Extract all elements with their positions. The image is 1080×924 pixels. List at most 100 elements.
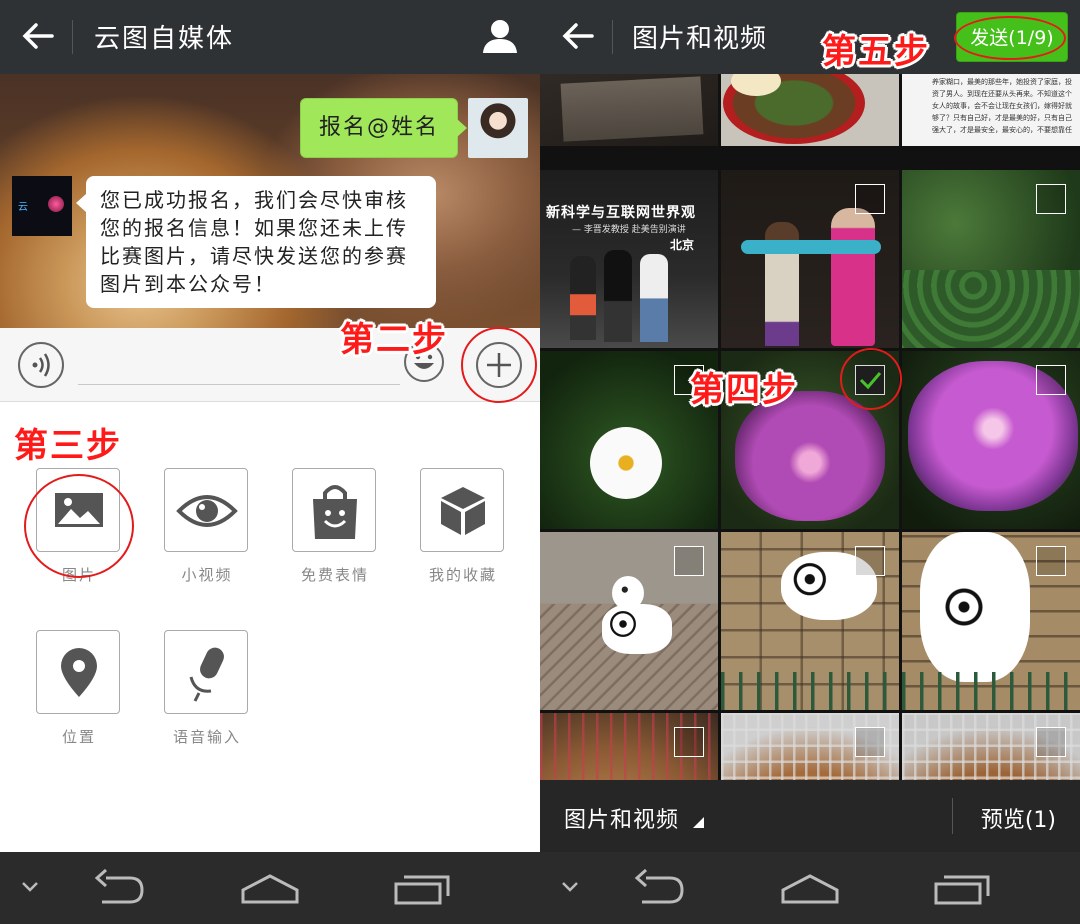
photo-tile[interactable] bbox=[721, 170, 899, 348]
photo-tile[interactable] bbox=[540, 713, 718, 780]
folder-label: 图片和视频 bbox=[564, 808, 680, 833]
annotation-ring-image bbox=[24, 474, 134, 578]
annotation-step-4: 第四步 bbox=[690, 370, 798, 410]
eye-icon bbox=[176, 495, 238, 527]
tool-location-label: 位置 bbox=[61, 728, 96, 746]
photo-tile[interactable] bbox=[902, 170, 1080, 348]
tool-voice-input-label: 语音输入 bbox=[172, 728, 241, 746]
annotation-ring-checkbox bbox=[840, 348, 902, 410]
photo-checkbox[interactable] bbox=[1036, 184, 1066, 214]
dalmatian-head bbox=[612, 576, 644, 610]
chat-title: 云图自媒体 bbox=[94, 24, 235, 54]
microphone-icon bbox=[189, 647, 224, 702]
person-costume bbox=[831, 208, 875, 346]
annotation-step-2: 第二步 bbox=[340, 320, 448, 360]
nav-recents-icon[interactable] bbox=[392, 872, 452, 906]
tool-free-stickers-label: 免费表情 bbox=[300, 566, 369, 584]
tool-free-stickers-box bbox=[292, 468, 376, 552]
fence bbox=[902, 672, 1080, 710]
article-text: 养家糊口，最美的那些年，她投资了家庭，投资了男人。到现在还要从头再来。不知道这个… bbox=[932, 78, 1072, 134]
profile-icon[interactable] bbox=[480, 16, 520, 56]
white-flower bbox=[590, 427, 662, 499]
location-pin-icon bbox=[61, 648, 97, 697]
annotation-ring-send bbox=[954, 16, 1066, 60]
sticker-bag-icon bbox=[313, 485, 357, 539]
annotation-step-5: 第五步 bbox=[822, 32, 930, 72]
photo-checkbox[interactable] bbox=[1036, 365, 1066, 395]
message-input-bar bbox=[0, 328, 540, 402]
message-input-field[interactable] bbox=[78, 384, 400, 385]
cube-icon bbox=[441, 487, 485, 535]
photo-checkbox[interactable] bbox=[855, 184, 885, 214]
photo-tile[interactable]: 养家糊口，最美的那些年，她投资了家庭，投资了男人。到现在还要从头再来。不知道这个… bbox=[902, 74, 1080, 146]
chevron-down-icon[interactable] bbox=[20, 880, 40, 894]
fence bbox=[721, 672, 899, 710]
plant-leaves bbox=[902, 270, 1080, 348]
photo-checkbox[interactable] bbox=[1036, 546, 1066, 576]
official-account-avatar[interactable]: 云 bbox=[12, 176, 72, 236]
tool-short-video-box bbox=[164, 468, 248, 552]
tool-favorites-label: 我的收藏 bbox=[428, 566, 497, 584]
annotation-ring-plus bbox=[461, 327, 537, 403]
user-avatar[interactable] bbox=[468, 98, 528, 158]
chevron-down-icon[interactable] bbox=[560, 880, 580, 894]
annotation-step-3: 第三步 bbox=[14, 426, 122, 466]
back-arrow-icon[interactable] bbox=[558, 16, 598, 56]
back-arrow-icon[interactable] bbox=[18, 16, 58, 56]
dalmatian bbox=[920, 532, 1030, 682]
photo-tile[interactable] bbox=[902, 713, 1080, 780]
photo-checkbox[interactable] bbox=[674, 727, 704, 757]
person bbox=[604, 250, 632, 342]
photo-tile[interactable] bbox=[721, 74, 899, 146]
chat-header: 云图自媒体 bbox=[0, 0, 540, 74]
footer-divider bbox=[952, 798, 953, 834]
tool-location[interactable]: 位置 bbox=[36, 630, 122, 747]
photo-tile[interactable] bbox=[721, 713, 899, 780]
document-paper bbox=[560, 76, 704, 142]
user-message-bubble[interactable]: 报名@姓名 bbox=[299, 98, 468, 158]
photo-picker-screen: 图片和视频 发送(1/9) 养家糊口，最美的那些年，她投资了家庭，投资了男人。到… bbox=[540, 0, 1080, 924]
photo-checkbox[interactable] bbox=[1036, 727, 1066, 757]
folder-selector[interactable]: 图片和视频 bbox=[564, 802, 705, 834]
bot-logo-mark bbox=[48, 196, 64, 212]
nav-back-icon[interactable] bbox=[632, 868, 688, 908]
photo-checkbox[interactable] bbox=[674, 546, 704, 576]
banner-text: 新科学与互联网世界观 bbox=[546, 205, 696, 221]
voice-toggle-button[interactable] bbox=[18, 342, 64, 388]
photo-grid[interactable]: 养家糊口，最美的那些年，她投资了家庭，投资了男人。到现在还要从头再来。不知道这个… bbox=[540, 74, 1080, 780]
chat-messages[interactable]: 报名@姓名 云 您已成功报名，我们会尽快审核您的报名信息！如果您还未上传比赛图片… bbox=[0, 74, 540, 328]
nav-home-icon[interactable] bbox=[780, 872, 840, 906]
tool-short-video[interactable]: 小视频 bbox=[164, 468, 250, 585]
tool-voice-input-box bbox=[164, 630, 248, 714]
tool-voice-input[interactable]: 语音输入 bbox=[164, 630, 250, 747]
photo-tile[interactable] bbox=[540, 74, 718, 146]
nav-recents-icon[interactable] bbox=[932, 872, 992, 906]
voice-wave-icon bbox=[32, 353, 50, 377]
picker-title: 图片和视频 bbox=[632, 24, 768, 54]
person bbox=[640, 254, 668, 342]
photo-tile[interactable] bbox=[721, 532, 899, 710]
tool-short-video-label: 小视频 bbox=[181, 566, 233, 584]
scarf bbox=[741, 240, 881, 254]
banner-city: 北京 bbox=[670, 238, 695, 252]
tool-favorites[interactable]: 我的收藏 bbox=[420, 468, 506, 585]
header-divider bbox=[72, 20, 73, 54]
picker-footer: 图片和视频 预览(1) bbox=[540, 780, 1080, 852]
bot-message-bubble[interactable]: 您已成功报名，我们会尽快审核您的报名信息！如果您还未上传比赛图片，请尽快发送您的… bbox=[76, 176, 436, 308]
photo-tile[interactable] bbox=[902, 351, 1080, 529]
photo-checkbox[interactable] bbox=[855, 727, 885, 757]
preview-button[interactable]: 预览(1) bbox=[981, 802, 1056, 834]
nav-home-icon[interactable] bbox=[240, 872, 300, 906]
dalmatian bbox=[602, 604, 672, 654]
tool-location-box bbox=[36, 630, 120, 714]
person bbox=[570, 256, 596, 340]
photo-tile[interactable]: 新科学与互联网世界观 — 李晋发教授 赴美告别演讲 北京 bbox=[540, 170, 718, 348]
tool-free-stickers[interactable]: 免费表情 bbox=[292, 468, 378, 585]
photo-tile[interactable] bbox=[540, 532, 718, 710]
photo-checkbox[interactable] bbox=[855, 546, 885, 576]
android-nav-bar bbox=[540, 852, 1080, 924]
nav-back-icon[interactable] bbox=[92, 868, 148, 908]
android-nav-bar bbox=[0, 852, 540, 924]
photo-tile[interactable] bbox=[902, 532, 1080, 710]
tool-favorites-box bbox=[420, 468, 504, 552]
